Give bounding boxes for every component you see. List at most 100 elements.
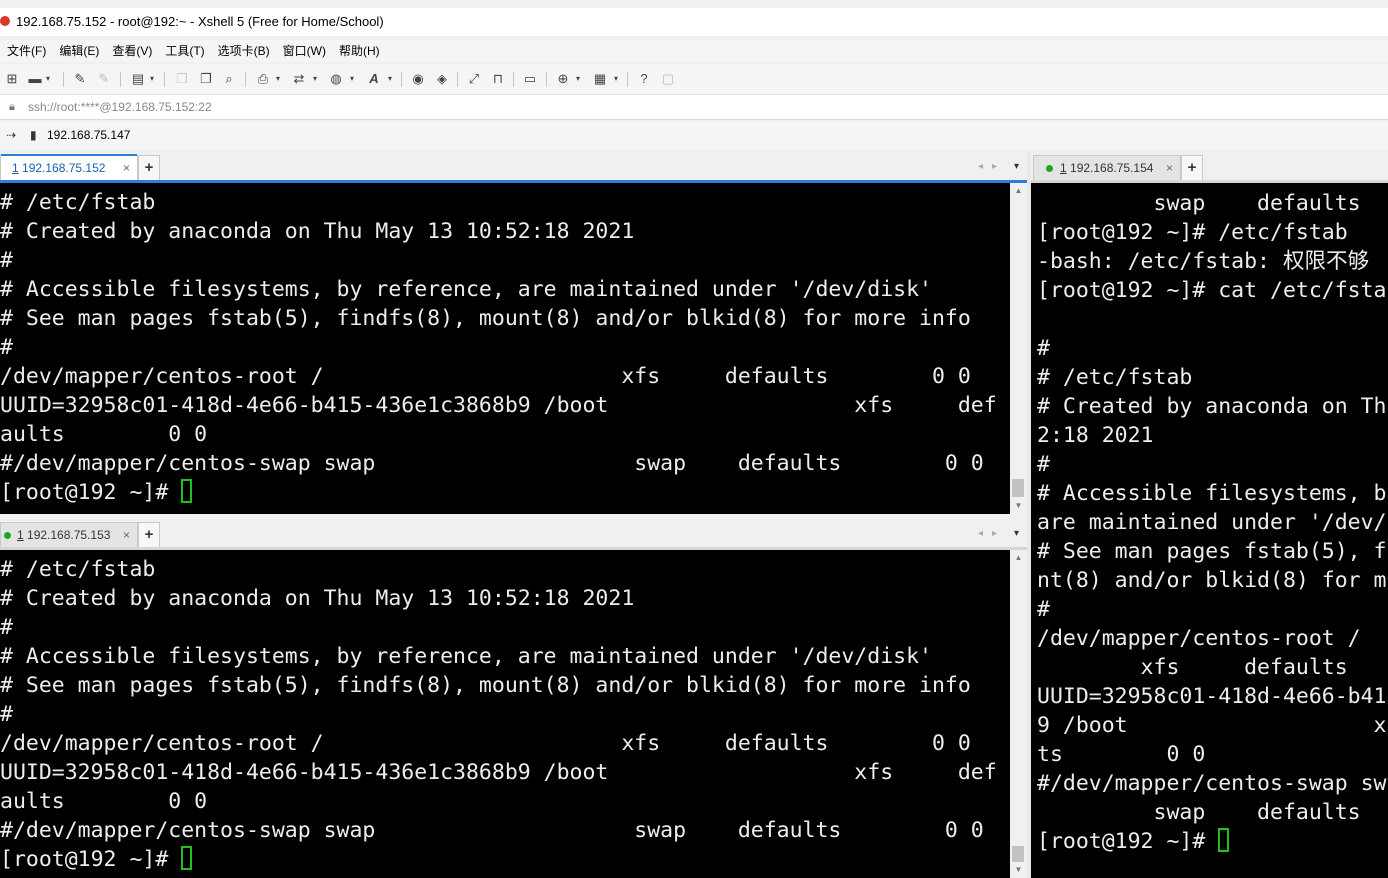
connected-status-icon	[4, 532, 11, 539]
terminal-line: nt(8) and/or blkid(8) for m	[1037, 568, 1387, 593]
scroll-up-icon[interactable]: ▲	[1010, 183, 1027, 199]
tab-list-dropdown-icon[interactable]: ▾	[1014, 520, 1019, 547]
terminal-line: #	[1037, 597, 1050, 622]
new-tab-button[interactable]: +	[1181, 155, 1203, 180]
prompt: [root@192 ~]#	[0, 480, 182, 505]
tab-scroll-left-icon[interactable]: ◂	[978, 520, 983, 547]
menu-help[interactable]: 帮助(H)	[332, 40, 386, 62]
connected-status-icon	[1046, 165, 1053, 172]
terminal-prompt-line: [root@192 ~]#	[0, 845, 193, 874]
toolbar: ⊞ ▬ ▾ ✎ ✎ ▤ ▾ ❐ ❐ ⌕ ⎙ ▾ ⇄ ▾ ◍ ▾ A ▾ ◉ ◈ …	[0, 64, 1388, 95]
xshell-app-icon	[0, 16, 10, 26]
tab-list-dropdown-icon[interactable]: ▾	[1014, 153, 1019, 180]
terminal-line: /dev/mapper/centos-root / xfs defaults 0…	[0, 731, 971, 756]
tab-scroll-right-icon[interactable]: ▸	[992, 520, 997, 547]
layout-icon[interactable]: ▦	[592, 71, 608, 87]
terminal-line: swap defaults	[1037, 800, 1361, 825]
dropdown-icon[interactable]: ▾	[348, 71, 356, 87]
dropdown-icon[interactable]: ▾	[148, 71, 156, 87]
transfer-icon[interactable]: ⇄	[291, 71, 307, 87]
print-icon[interactable]: ⎙	[255, 71, 271, 87]
tab-session-154[interactable]: 1 192.168.75.154 ×	[1033, 155, 1181, 180]
scrollbar-top-left[interactable]: ▲ ▼	[1010, 183, 1027, 514]
tab-close-icon[interactable]: ×	[123, 156, 130, 181]
scroll-up-icon[interactable]: ▲	[1010, 550, 1027, 566]
tab-close-icon[interactable]: ×	[123, 523, 130, 548]
dropdown-icon[interactable]: ▾	[44, 71, 52, 87]
terminal-line: # /etc/fstab	[1037, 365, 1193, 390]
find-icon[interactable]: ⌕	[221, 71, 237, 87]
scroll-down-icon[interactable]: ▼	[1010, 862, 1027, 878]
menu-file[interactable]: 文件(F)	[0, 40, 52, 62]
scrollbar-bottom-left[interactable]: ▲ ▼	[1010, 550, 1027, 878]
address-bar[interactable]: 🔒︎ ssh://root:****@192.168.75.152:22	[0, 95, 1388, 120]
scroll-thumb[interactable]	[1012, 846, 1024, 862]
xshell-icon[interactable]: ◈	[434, 71, 450, 87]
dropdown-icon[interactable]: ▾	[574, 71, 582, 87]
help-icon[interactable]: ?	[636, 71, 652, 87]
toolbar-separator	[457, 72, 458, 87]
menu-tools[interactable]: 工具(T)	[158, 40, 210, 62]
lock-icon[interactable]: ⊓	[490, 71, 506, 87]
terminal-line: 2:18 2021	[1037, 423, 1154, 448]
new-tab-button[interactable]: +	[138, 155, 160, 180]
links-icon[interactable]: ⇢	[6, 121, 16, 149]
terminal-line: aults 0 0	[0, 789, 208, 814]
fullscreen-icon[interactable]: ⤢	[466, 71, 482, 87]
menu-view[interactable]: 查看(V)	[105, 40, 158, 62]
menu-edit[interactable]: 编辑(E)	[52, 40, 105, 62]
open-folder-icon[interactable]: ▬	[27, 71, 43, 87]
window-title: 192.168.75.152 - root@192:~ - Xshell 5 (…	[16, 14, 384, 29]
terminal-line: ts 0 0	[1037, 742, 1206, 767]
menu-window[interactable]: 窗口(W)	[276, 40, 332, 62]
bookmark-link[interactable]: 192.168.75.147	[47, 121, 130, 149]
new-tab-icon[interactable]: ⊕	[555, 71, 571, 87]
font-icon[interactable]: A	[366, 71, 382, 87]
menu-tab[interactable]: 选项卡(B)	[211, 40, 276, 62]
connect-icon[interactable]: ✎	[72, 71, 88, 87]
session-address: ssh://root:****@192.168.75.152:22	[28, 100, 212, 114]
copy-icon[interactable]: ❐	[174, 71, 190, 87]
title-bar: 192.168.75.152 - root@192:~ - Xshell 5 (…	[0, 8, 1388, 36]
dropdown-icon[interactable]: ▾	[612, 71, 620, 87]
terminal-bottom-left[interactable]: # /etc/fstab # Created by anaconda on Th…	[0, 550, 1010, 878]
xftp-icon[interactable]: ◉	[410, 71, 426, 87]
tab-scroll-left-icon[interactable]: ◂	[978, 153, 983, 180]
tab-label: 1 192.168.75.154	[1060, 161, 1154, 175]
session-properties-icon[interactable]: ▤	[130, 71, 146, 87]
terminal-right[interactable]: swap defaults [root@192 ~]# /etc/fstab -…	[1031, 183, 1388, 878]
terminal-line: #	[0, 248, 13, 273]
scroll-down-icon[interactable]: ▼	[1010, 498, 1027, 514]
disconnect-icon[interactable]: ✎	[96, 71, 112, 87]
toolbar-separator	[120, 72, 121, 87]
tab-close-icon[interactable]: ×	[1166, 156, 1173, 181]
paste-icon[interactable]: ❐	[198, 71, 214, 87]
tab-session-152[interactable]: 1 192.168.75.152 ×	[0, 154, 138, 181]
links-bar: ⇢ ▮ 192.168.75.147	[0, 121, 1388, 149]
toolbar-separator	[627, 72, 628, 87]
scroll-thumb[interactable]	[1012, 479, 1024, 497]
terminal-cursor	[181, 846, 193, 870]
new-session-icon[interactable]: ⊞	[4, 71, 20, 87]
chat-icon[interactable]: ▢	[660, 71, 676, 87]
globe-icon[interactable]: ◍	[328, 71, 344, 87]
terminal-line: #/dev/mapper/centos-swap swap swap defau…	[0, 451, 984, 476]
terminal-line: # Accessible filesystems, by reference, …	[0, 277, 932, 302]
terminal-line: /dev/mapper/centos-root /	[1037, 626, 1361, 651]
terminal-line: #	[0, 335, 13, 360]
prompt: [root@192 ~]#	[0, 847, 182, 872]
tab-session-153[interactable]: 1 192.168.75.153 ×	[0, 522, 138, 547]
dropdown-icon[interactable]: ▾	[386, 71, 394, 87]
new-tab-button[interactable]: +	[138, 522, 160, 547]
keyboard-icon[interactable]: ▭	[522, 71, 538, 87]
tab-strip-right: 1 192.168.75.154 × +	[1031, 153, 1388, 180]
bookmark-icon: ▮	[30, 128, 37, 142]
toolbar-separator	[164, 72, 165, 87]
tab-scroll-right-icon[interactable]: ▸	[992, 153, 997, 180]
terminal-line: #/dev/mapper/centos-swap swap swap defau…	[0, 818, 984, 843]
terminal-line: UUID=32958c01-418d-4e66-b41	[1037, 684, 1387, 709]
dropdown-icon[interactable]: ▾	[311, 71, 319, 87]
terminal-line: #/dev/mapper/centos-swap sw	[1037, 771, 1387, 796]
dropdown-icon[interactable]: ▾	[274, 71, 282, 87]
terminal-top-left[interactable]: # /etc/fstab # Created by anaconda on Th…	[0, 183, 1010, 514]
